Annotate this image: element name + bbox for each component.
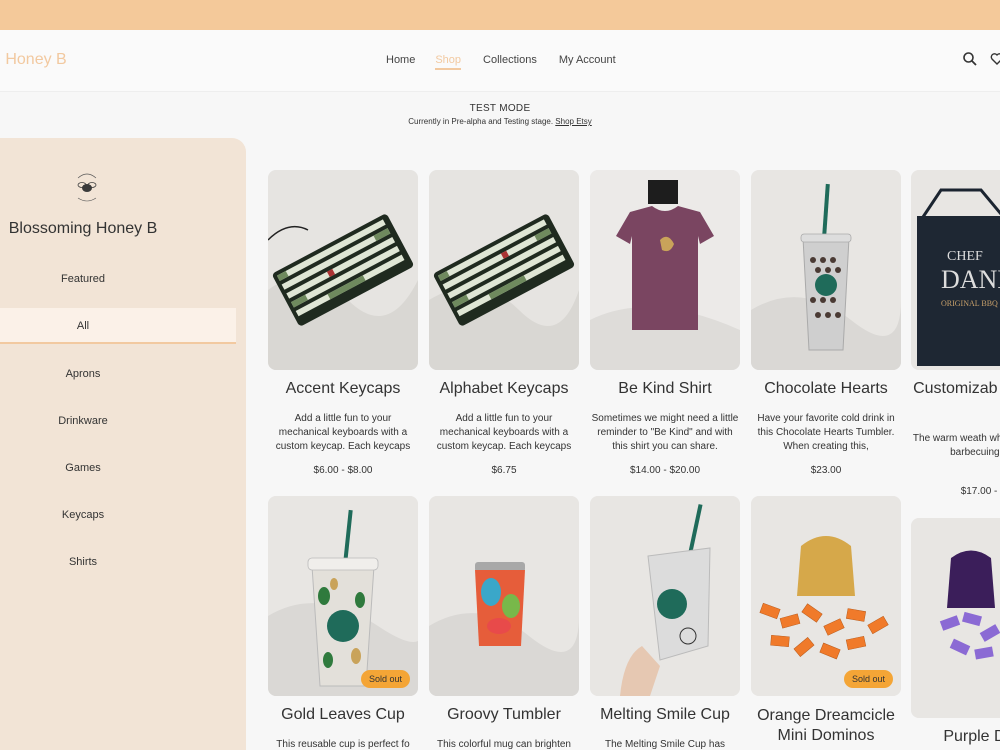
wishlist-icon[interactable] xyxy=(990,52,1000,66)
product-price: $17.00 - $2 xyxy=(960,486,1000,497)
notice-message: Currently in Pre-alpha and Testing stage… xyxy=(408,117,554,126)
product-price: $6.75 xyxy=(491,465,517,476)
sidebar-item-all[interactable]: All xyxy=(0,320,166,332)
nav-my-account[interactable]: My Account xyxy=(559,54,616,66)
nav-shop[interactable]: Shop xyxy=(435,54,461,70)
shop-etsy-link[interactable]: Shop Etsy xyxy=(555,117,591,126)
product-image[interactable] xyxy=(751,170,901,370)
product-description: Add a little fun to your mechanical keyb… xyxy=(275,413,411,452)
product-name[interactable]: Accent Keycaps xyxy=(258,380,428,398)
product-name[interactable]: Customizab Chef Ap xyxy=(911,380,1000,398)
nav-home[interactable]: Home xyxy=(386,54,415,66)
product-description: Have your favorite cold drink in this Ch… xyxy=(757,413,895,452)
sidebar-item-featured[interactable]: Featured xyxy=(0,273,166,285)
product-price: $6.00 - $8.00 xyxy=(313,465,373,476)
product-name[interactable]: Orange Dreamcicle Mini Dominos xyxy=(741,706,911,746)
product-image[interactable] xyxy=(911,518,1000,718)
sidebar-item-aprons[interactable]: Aprons xyxy=(0,368,166,380)
sidebar-item-keycaps[interactable]: Keycaps xyxy=(0,509,166,521)
product-name[interactable]: Purple Drea xyxy=(911,728,1000,746)
announcement-bar xyxy=(0,0,1000,30)
sold-out-badge: Sold out xyxy=(360,670,410,688)
product-image[interactable]: Sold out xyxy=(751,496,901,696)
svg-text:CHEF: CHEF xyxy=(947,249,983,264)
product-image[interactable] xyxy=(590,170,740,370)
product-name[interactable]: Melting Smile Cup xyxy=(580,706,750,724)
sold-out-badge: Sold out xyxy=(843,670,893,688)
product-image[interactable]: CHEF DANN ORIGINAL BBQ xyxy=(911,170,1000,370)
brand-logo xyxy=(72,168,97,208)
product-name[interactable]: Be Kind Shirt xyxy=(580,380,750,398)
search-icon[interactable] xyxy=(962,51,978,67)
product-name[interactable]: Gold Leaves Cup xyxy=(258,706,428,724)
test-mode-notice: TEST MODE Currently in Pre-alpha and Tes… xyxy=(0,92,1000,138)
product-description: The Melting Smile Cup has xyxy=(604,739,726,750)
product-name[interactable]: Alphabet Keycaps xyxy=(419,380,589,398)
sidebar-item-games[interactable]: Games xyxy=(0,462,166,474)
product-description: This colorful mug can brighten xyxy=(437,739,571,750)
product-image[interactable] xyxy=(429,170,579,370)
product-card[interactable]: CHEF DANN ORIGINAL BBQ Customizab Chef A… xyxy=(911,170,1000,510)
main-nav: Home Shop Collections My Account xyxy=(386,54,616,70)
sidebar-item-shirts[interactable]: Shirts xyxy=(0,556,166,568)
product-image[interactable] xyxy=(429,496,579,696)
product-price: $14.00 - $20.00 xyxy=(629,465,701,476)
product-price: $23.00 xyxy=(810,465,842,476)
svg-text:DANN: DANN xyxy=(941,265,1000,294)
svg-text:ORIGINAL BBQ: ORIGINAL BBQ xyxy=(941,299,998,308)
product-description: Sometimes we might need a little reminde… xyxy=(591,413,739,452)
product-name[interactable]: Groovy Tumbler xyxy=(419,706,589,724)
sidebar-item-drinkware[interactable]: Drinkware xyxy=(0,415,166,427)
product-description: The warm weath which means th barbecuing… xyxy=(912,433,1000,458)
notice-title: TEST MODE xyxy=(469,103,531,114)
product-description: This reusable cup is perfect fo xyxy=(276,739,410,750)
product-image[interactable] xyxy=(268,170,418,370)
sidebar-title: Blossoming Honey B xyxy=(8,220,158,237)
nav-collections[interactable]: Collections xyxy=(483,54,537,66)
product-name[interactable]: Chocolate Hearts xyxy=(741,380,911,398)
product-card[interactable]: Purple Drea xyxy=(911,518,1000,750)
notice-text: Currently in Pre-alpha and Testing stage… xyxy=(0,117,1000,126)
site-header: g Honey B Home Shop Collections My Accou… xyxy=(0,30,1000,92)
brand-name[interactable]: g Honey B xyxy=(0,51,67,69)
product-image[interactable]: Sold out xyxy=(268,496,418,696)
product-image[interactable] xyxy=(590,496,740,696)
product-description: Add a little fun to your mechanical keyb… xyxy=(436,413,572,452)
